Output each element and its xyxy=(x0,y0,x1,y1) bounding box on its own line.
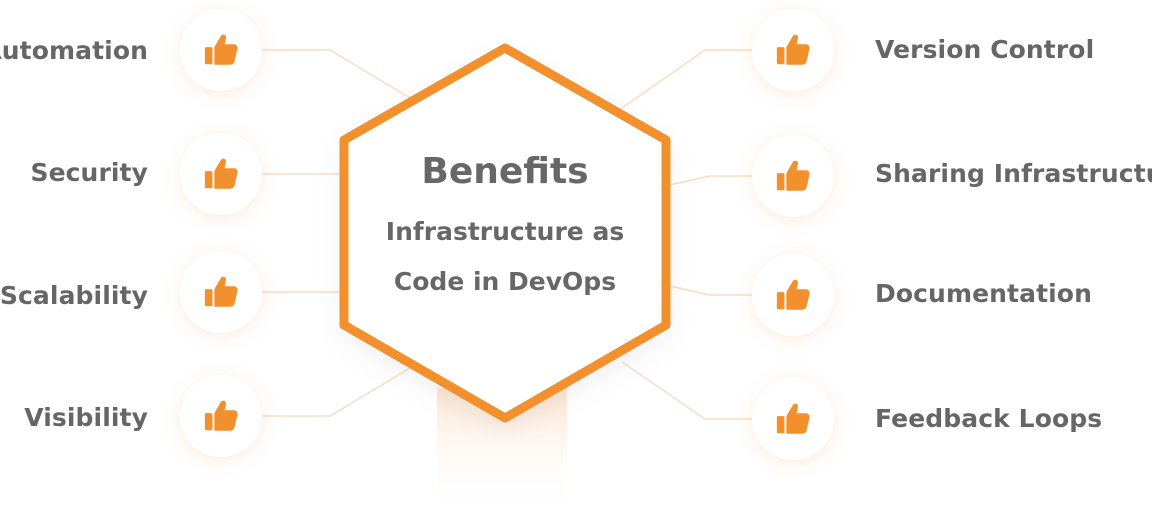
center-title: Benefits xyxy=(421,151,589,192)
benefit-label-sharing-infrastructure: Sharing Infrastructure xyxy=(875,159,1152,188)
center-text: Benefits Infrastructure as Code in DevOp… xyxy=(355,150,655,308)
connector-visibility xyxy=(262,367,411,417)
benefit-label-visibility: Visibility xyxy=(24,403,148,432)
icon-badge-security xyxy=(180,133,262,215)
connector-documentation xyxy=(664,284,752,296)
icon-badge-documentation xyxy=(752,254,834,336)
icon-badge-automation xyxy=(180,9,262,91)
benefit-label-version-control: Version Control xyxy=(875,35,1095,64)
icon-badge-sharing-infrastructure xyxy=(752,135,834,217)
connector-version-control xyxy=(621,49,752,109)
center-subtitle-line1: Infrastructure as xyxy=(385,217,625,246)
connector-automation xyxy=(262,49,411,99)
benefit-label-scalability: Scalability xyxy=(0,281,148,310)
connector-feedback-loops xyxy=(621,361,752,420)
icon-badge-version-control xyxy=(752,9,834,91)
icon-badge-scalability xyxy=(180,251,262,333)
connector-sharing-infrastructure xyxy=(664,175,752,187)
benefit-label-automation: Automation xyxy=(0,36,148,65)
center-subtitle-line2: Code in DevOps xyxy=(393,267,617,296)
benefit-label-documentation: Documentation xyxy=(875,279,1092,308)
benefit-label-feedback-loops: Feedback Loops xyxy=(875,404,1103,433)
icon-badge-feedback-loops xyxy=(752,378,834,460)
benefit-label-security: Security xyxy=(30,158,148,187)
icon-badge-visibility xyxy=(180,375,262,457)
